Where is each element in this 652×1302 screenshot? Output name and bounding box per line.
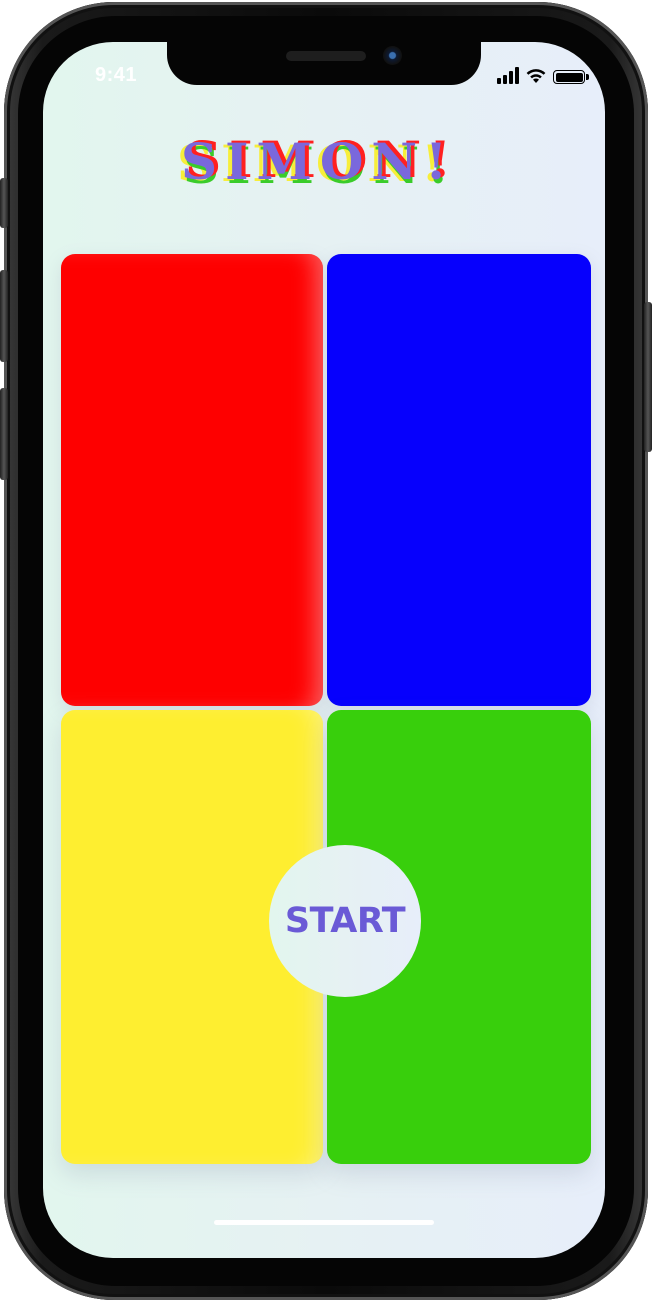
battery-icon bbox=[553, 70, 589, 84]
cellular-signal-icon bbox=[497, 66, 519, 84]
status-icons bbox=[497, 64, 589, 84]
simon-board: START bbox=[61, 254, 593, 1164]
power-button bbox=[644, 302, 652, 452]
volume-down-button bbox=[0, 388, 8, 480]
app-screen: 9:41 SIMON! SIMON! SIMON! SIMON! START bbox=[43, 42, 605, 1258]
red-pad[interactable] bbox=[61, 254, 323, 706]
title-text: SIMON! bbox=[181, 132, 456, 191]
status-time: 9:41 bbox=[95, 64, 138, 86]
notch bbox=[167, 42, 481, 85]
speaker-grille bbox=[286, 51, 366, 61]
home-indicator[interactable] bbox=[214, 1220, 434, 1225]
wifi-icon bbox=[526, 69, 546, 83]
volume-up-button bbox=[0, 270, 8, 362]
silent-switch bbox=[0, 178, 8, 228]
start-button[interactable]: START bbox=[269, 845, 421, 997]
front-camera bbox=[383, 46, 402, 65]
start-label: START bbox=[284, 901, 406, 941]
game-title: SIMON! SIMON! SIMON! SIMON! bbox=[177, 130, 481, 195]
blue-pad[interactable] bbox=[327, 254, 591, 706]
